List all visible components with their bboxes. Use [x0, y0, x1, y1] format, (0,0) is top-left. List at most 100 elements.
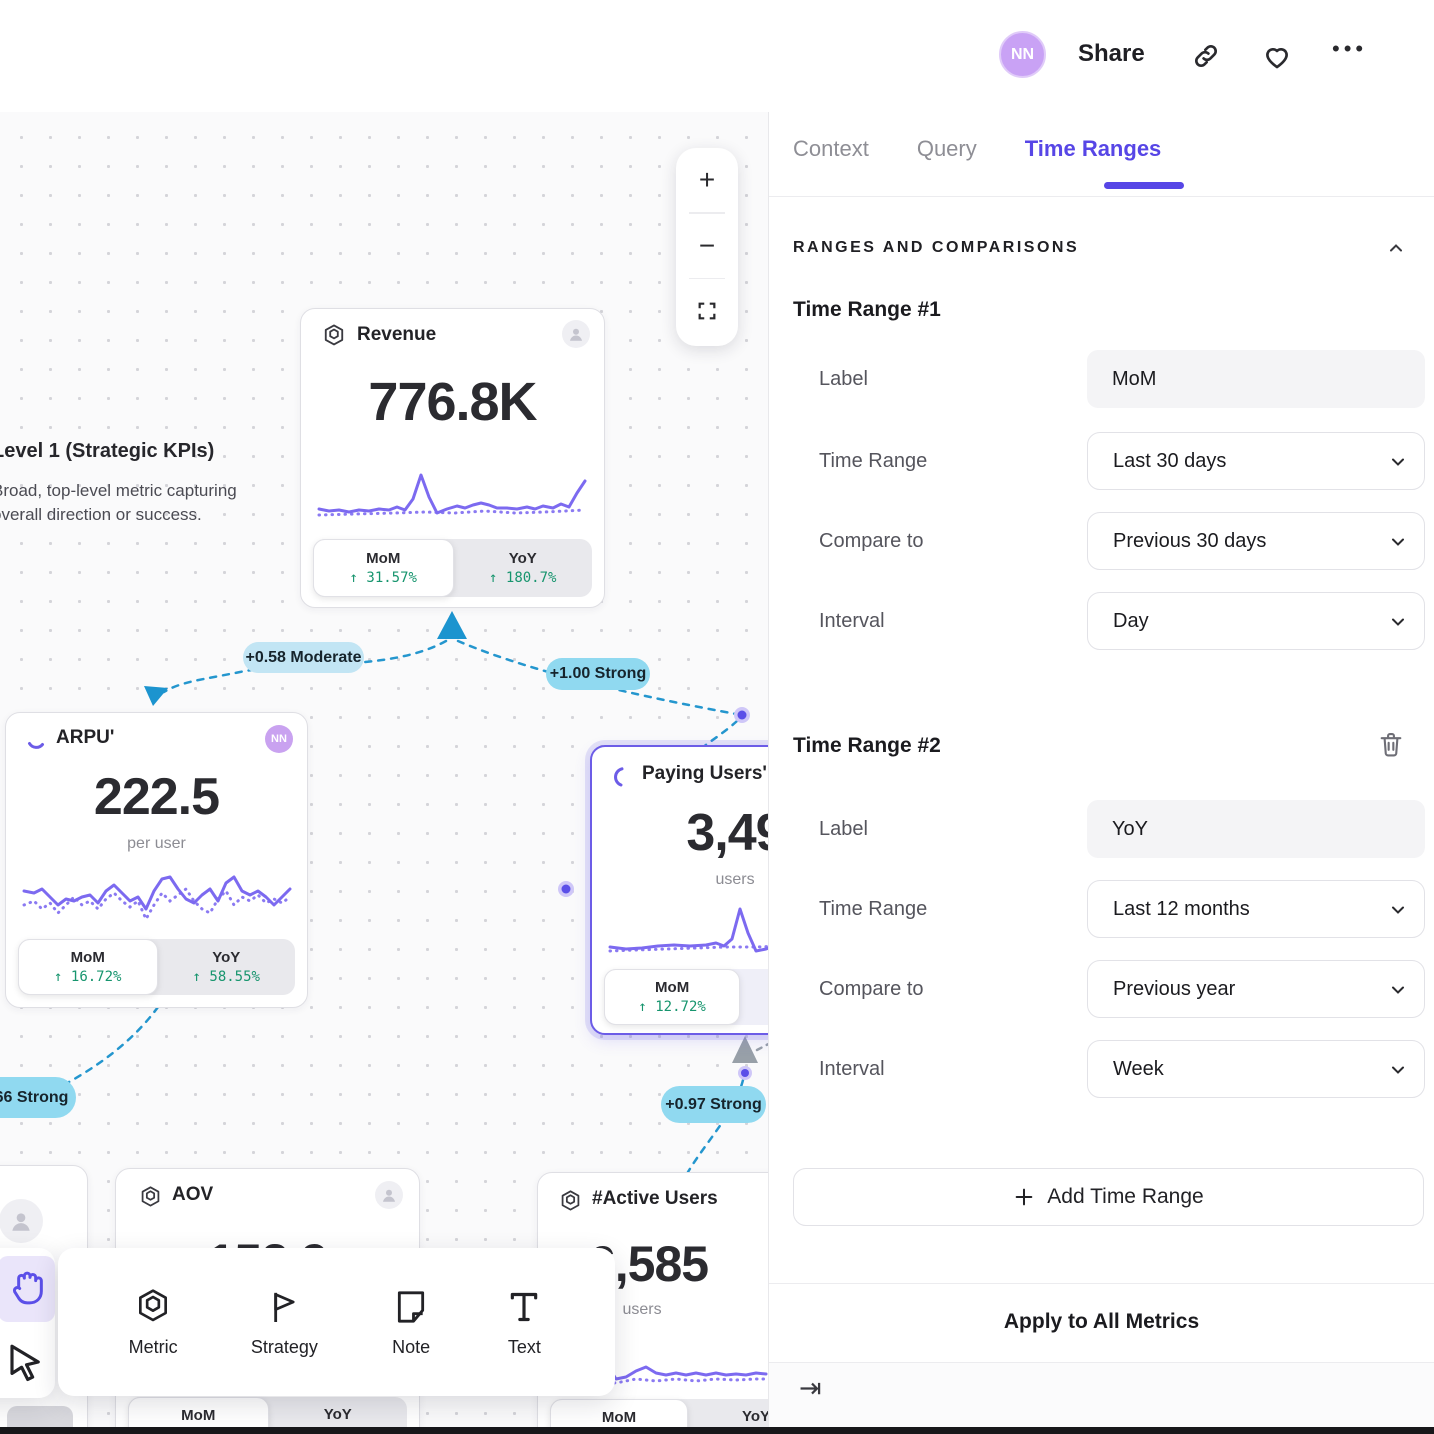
hand-icon [7, 1269, 47, 1309]
chevron-up-icon[interactable] [1386, 238, 1406, 258]
text-tool-icon [504, 1287, 544, 1327]
select-tool-button[interactable] [0, 1332, 54, 1392]
panel-tabs: Context Query Time Ranges [793, 136, 1161, 162]
owner-avatar[interactable] [562, 320, 590, 348]
tool-note[interactable]: Note [391, 1287, 431, 1358]
metric-unit: per user [6, 835, 307, 853]
chip-mom[interactable]: MoM ↑ 12.72% [604, 969, 740, 1025]
field-row-time-range-2: Time Range Last 12 months [793, 880, 1424, 938]
edge-label-strong-3[interactable]: +0.97 Strong [661, 1086, 766, 1123]
canvas-note-level1[interactable]: Level 1 (Strategic KPIs) Broad, top-leve… [0, 440, 237, 527]
chip-mom[interactable]: MoM ↑ 16.72% [18, 939, 158, 995]
metric-hexagon-icon [138, 1185, 163, 1210]
plus-icon [1013, 1186, 1035, 1208]
fit-screen-button[interactable] [676, 279, 738, 343]
field-label: Label [819, 350, 868, 408]
user-avatar[interactable]: NN [999, 31, 1046, 78]
sparkline [315, 467, 592, 529]
chip-label: YoY [212, 949, 240, 966]
chip-yoy[interactable]: YoY ↑ 58.55% [158, 939, 296, 995]
interval-select[interactable]: Day [1087, 592, 1425, 650]
apply-all-metrics-button[interactable]: Apply to All Metrics [769, 1310, 1434, 1334]
chip-label: MoM [602, 1409, 636, 1426]
top-header: NN Share ••• [0, 0, 1434, 112]
interval-select[interactable]: Week [1087, 1040, 1425, 1098]
more-options-button[interactable]: ••• [1332, 36, 1367, 62]
section-header[interactable]: RANGES AND COMPARISONS [793, 238, 1406, 258]
metric-hexagon-icon [321, 323, 347, 349]
time-range-select[interactable]: Last 12 months [1087, 880, 1425, 938]
edge-label-strong-1[interactable]: +1.00 Strong [546, 658, 650, 690]
edge-label-strong-2[interactable]: 66 Strong [0, 1077, 76, 1118]
tool-metric[interactable]: Metric [129, 1287, 178, 1358]
label-input[interactable]: YoY [1087, 800, 1425, 858]
zoom-in-button[interactable]: + [676, 148, 738, 212]
zoom-out-button[interactable]: − [676, 214, 738, 278]
metric-value: 222.5 [6, 767, 307, 827]
chip-label: YoY [742, 1408, 768, 1425]
chip-yoy[interactable]: YoY ↑ 180.7% [454, 539, 593, 597]
share-button[interactable]: Share [1078, 40, 1145, 68]
card-title: Paying Users' [642, 763, 767, 785]
input-value: MoM [1087, 368, 1156, 391]
sparkline [20, 861, 295, 941]
metric-tree-canvas[interactable]: Level 1 (Strategic KPIs) Broad, top-leve… [0, 112, 768, 1434]
tab-query[interactable]: Query [917, 136, 977, 162]
tool-label: Metric [129, 1337, 178, 1358]
label-input[interactable]: MoM [1087, 350, 1425, 408]
owner-avatar[interactable] [0, 1199, 43, 1243]
bottom-edge-bar [0, 1427, 1434, 1434]
input-value: YoY [1087, 818, 1148, 841]
link-icon [1190, 40, 1222, 72]
chip-label: YoY [509, 550, 537, 567]
field-row-label-2: Label YoY [793, 800, 1424, 858]
trash-icon [1377, 730, 1405, 758]
metric-card-paying-users[interactable]: Paying Users' 3,49 users MoM ↑ 12.72% [590, 745, 768, 1035]
field-row-compare-2: Compare to Previous year [793, 960, 1424, 1018]
note-title: Level 1 (Strategic KPIs) [0, 440, 237, 463]
chip-mom[interactable]: MoM ↑ 31.57% [313, 539, 454, 597]
field-row-compare-1: Compare to Previous 30 days [793, 512, 1424, 570]
hand-tool-button[interactable] [0, 1256, 55, 1322]
metric-tool-icon [133, 1287, 173, 1327]
zoom-widget: + − [676, 148, 738, 346]
add-time-range-button[interactable]: Add Time Range [793, 1168, 1424, 1226]
select-value: Previous 30 days [1088, 530, 1266, 553]
metric-card-revenue[interactable]: Revenue 776.8K MoM ↑ 31.57% YoY ↑ 180.7% [300, 308, 605, 608]
owner-avatar[interactable] [375, 1181, 403, 1209]
metric-card-arpu[interactable]: ARPU' NN 222.5 per user MoM ↑ 16.72% YoY… [5, 712, 308, 1008]
divider [769, 1283, 1434, 1284]
tab-time-ranges[interactable]: Time Ranges [1025, 136, 1162, 162]
tab-context[interactable]: Context [793, 136, 869, 162]
settings-panel: Context Query Time Ranges RANGES AND COM… [768, 112, 1434, 1434]
compare-to-select[interactable]: Previous 30 days [1087, 512, 1425, 570]
chip-label: MoM [366, 550, 400, 567]
chip-delta: ↑ 180.7% [489, 570, 556, 586]
field-label: Time Range [819, 880, 927, 938]
delete-time-range-button[interactable] [1377, 730, 1405, 758]
chip-yoy[interactable] [740, 969, 768, 1025]
tool-strategy[interactable]: Strategy [251, 1287, 318, 1358]
section-title: RANGES AND COMPARISONS [793, 239, 1079, 257]
tool-text[interactable]: Text [504, 1287, 544, 1358]
chevron-down-icon [1388, 612, 1408, 632]
time-range-1-title: Time Range #1 [793, 298, 941, 322]
favorite-button[interactable] [1261, 40, 1293, 72]
fullscreen-icon [696, 300, 718, 322]
compare-to-select[interactable]: Previous year [1087, 960, 1425, 1018]
card-title: #Active Users [592, 1188, 718, 1210]
edge-label-moderate[interactable]: +0.58 Moderate [243, 642, 364, 673]
note-icon [391, 1287, 431, 1327]
app-window: Level 1 (Strategic KPIs) Broad, top-leve… [0, 0, 1434, 1434]
time-range-select[interactable]: Last 30 days [1087, 432, 1425, 490]
metric-arc-icon [24, 729, 48, 753]
field-label: Time Range [819, 432, 927, 490]
owner-avatar-nn[interactable]: NN [265, 725, 293, 753]
chip-label: YoY [324, 1406, 352, 1423]
collapse-panel-icon[interactable]: ⇥ [799, 1373, 822, 1404]
tool-label: Note [392, 1337, 430, 1358]
metric-unit: users [592, 871, 768, 889]
select-value: Last 30 days [1088, 450, 1226, 473]
chip-delta: ↑ 16.72% [54, 969, 121, 985]
copy-link-button[interactable] [1190, 40, 1222, 72]
